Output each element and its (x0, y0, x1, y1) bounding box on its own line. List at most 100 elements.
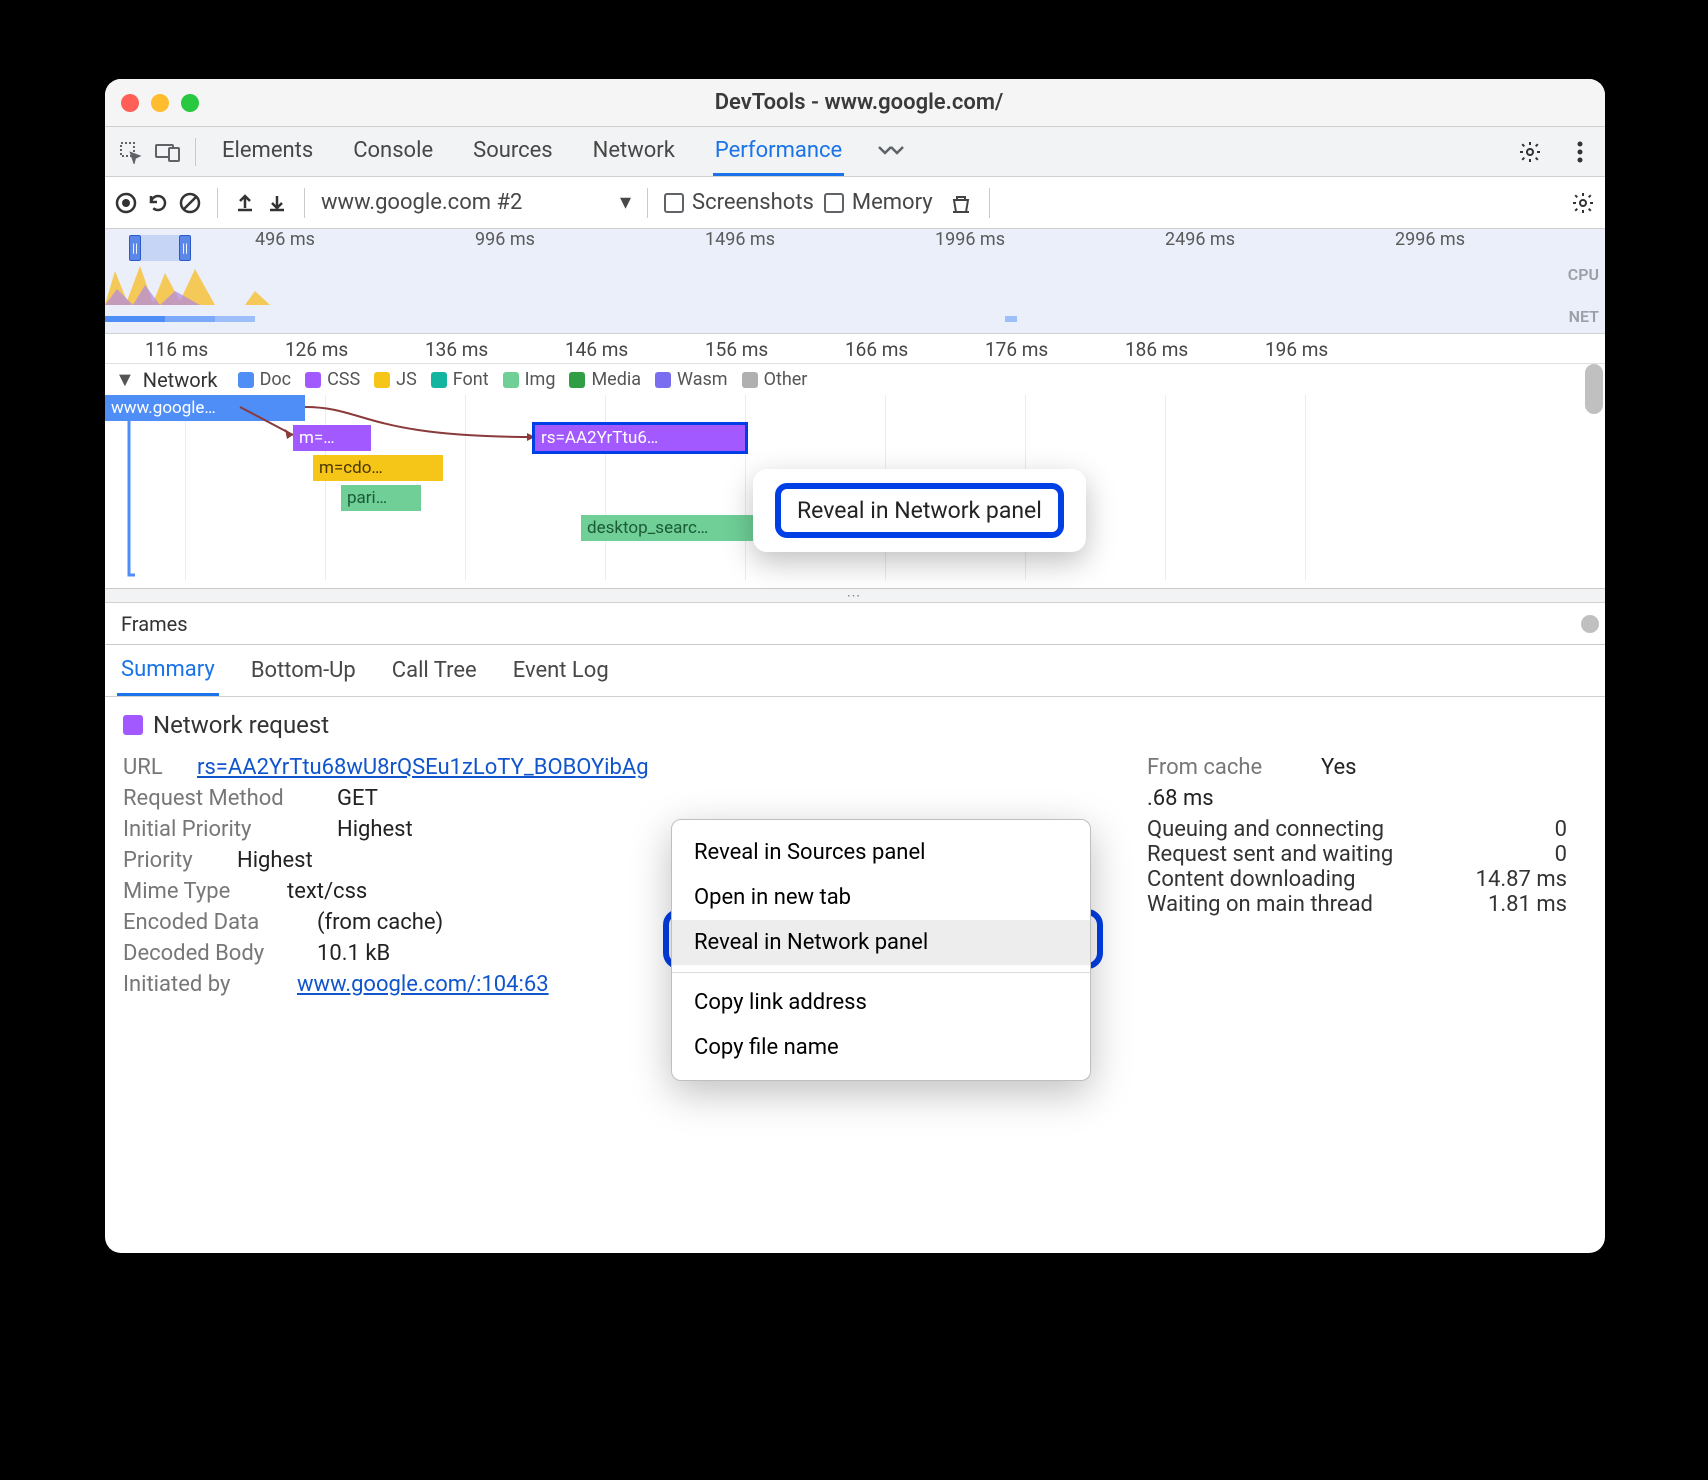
legend-item: Wasm (655, 369, 728, 390)
divider (195, 138, 196, 166)
divider (217, 188, 218, 218)
context-menu-item-highlighted[interactable]: Reveal in Network panel (672, 920, 1090, 965)
ruler-tick: 126 ms (285, 338, 348, 361)
ruler-tick: 156 ms (705, 338, 768, 361)
divider (647, 188, 648, 218)
ruler-tick: 116 ms (145, 338, 208, 361)
cpu-overview (105, 261, 1605, 305)
overview-tick: 1496 ms (705, 229, 775, 250)
timing-label: Queuing and connecting (1147, 817, 1384, 842)
ruler-tick: 186 ms (1125, 338, 1188, 361)
frames-track[interactable]: Frames (105, 603, 1605, 645)
screenshots-checkbox[interactable]: Screenshots (664, 190, 814, 215)
settings-icon[interactable] (1511, 133, 1549, 171)
ruler-tick: 136 ms (425, 338, 488, 361)
divider (989, 188, 990, 218)
priority-label: Priority (123, 848, 223, 873)
request-method-label: Request Method (123, 786, 323, 811)
context-menu-item[interactable]: Copy link address (672, 980, 1090, 1025)
context-menu-item[interactable]: Open in new tab (672, 875, 1090, 920)
legend: Doc CSS JS Font Img Media Wasm Other (238, 369, 808, 390)
ruler-tick: 176 ms (985, 338, 1048, 361)
divider (304, 188, 305, 218)
timing-label: Request sent and waiting (1147, 842, 1393, 867)
upload-icon[interactable] (234, 192, 256, 214)
tab-sources[interactable]: Sources (471, 128, 555, 176)
overview-ruler: 496 ms 996 ms 1496 ms 1996 ms 2496 ms 29… (105, 229, 1605, 247)
tab-console[interactable]: Console (351, 128, 435, 176)
clear-button[interactable] (179, 192, 201, 214)
context-menu-separator (672, 972, 1090, 973)
performance-toolbar: www.google.com #2 ▾ Screenshots Memory (105, 177, 1605, 229)
resource-type-swatch (123, 715, 143, 735)
more-tabs-icon[interactable] (872, 133, 910, 171)
flame-ruler: 116 ms 126 ms 136 ms 146 ms 156 ms 166 m… (105, 334, 1605, 364)
recording-label: www.google.com #2 (321, 190, 522, 215)
initial-priority-value: Highest (337, 817, 413, 842)
details-right-column: From cache Yes .68 ms Queuing and connec… (1147, 749, 1587, 1003)
tab-elements[interactable]: Elements (220, 128, 315, 176)
encoded-data-label: Encoded Data (123, 910, 303, 935)
detail-tab-eventlog[interactable]: Event Log (509, 647, 613, 694)
close-window-button[interactable] (121, 94, 139, 112)
net-label: NET (1569, 307, 1599, 326)
tab-network[interactable]: Network (591, 128, 677, 176)
overview-tick: 996 ms (475, 229, 535, 250)
screenshots-label: Screenshots (692, 190, 814, 215)
reload-button[interactable] (147, 192, 169, 214)
kebab-menu-icon[interactable] (1561, 133, 1599, 171)
inspect-element-icon[interactable] (111, 133, 149, 171)
initiated-by-label: Initiated by (123, 972, 283, 997)
priority-value: Highest (237, 848, 313, 873)
frames-label: Frames (121, 612, 188, 636)
details-header: Network request (123, 711, 1587, 739)
checkbox-box-icon (664, 193, 684, 213)
url-label: URL (123, 755, 183, 780)
download-icon[interactable] (266, 192, 288, 214)
dropdown-icon: ▾ (620, 190, 631, 215)
context-menu-item[interactable]: Copy file name (672, 1025, 1090, 1070)
timeline-overview[interactable]: 496 ms 996 ms 1496 ms 1996 ms 2496 ms 29… (105, 229, 1605, 334)
device-toolbar-icon[interactable] (149, 133, 187, 171)
network-label: Network (143, 368, 218, 392)
details-left-column: URL rs=AA2YrTtu68wU8rQSEu1zLoTY_BOBOYibA… (123, 749, 649, 1003)
url-link[interactable]: rs=AA2YrTtu68wU8rQSEu1zLoTY_BOBOYibAg (197, 755, 649, 780)
timing-value: 14.87 ms (1476, 867, 1567, 892)
zoom-window-button[interactable] (181, 94, 199, 112)
garbage-collect-icon[interactable] (949, 191, 973, 215)
detail-tab-calltree[interactable]: Call Tree (388, 647, 481, 694)
tab-performance[interactable]: Performance (713, 128, 844, 176)
reveal-popover-text[interactable]: Reveal in Network panel (775, 483, 1064, 538)
capture-settings-icon[interactable] (1571, 191, 1595, 215)
context-menu-item[interactable]: Reveal in Sources panel (672, 830, 1090, 875)
decoded-body-label: Decoded Body (123, 941, 303, 966)
overview-selection[interactable] (141, 235, 179, 261)
legend-item: Img (503, 369, 556, 390)
detail-tab-bottomup[interactable]: Bottom-Up (247, 647, 360, 694)
scrollbar-thumb[interactable] (1581, 615, 1599, 633)
scrollbar-thumb[interactable] (1585, 364, 1603, 414)
initiated-by-link[interactable]: www.google.com/:104:63 (297, 972, 549, 997)
mime-type-value: text/css (287, 879, 367, 904)
legend-item: JS (374, 369, 417, 390)
legend-item: Media (569, 369, 641, 390)
network-track-header[interactable]: ▼ Network Doc CSS JS Font Img Media Wasm… (105, 364, 1605, 395)
memory-label: Memory (852, 190, 933, 215)
detail-tabs: Summary Bottom-Up Call Tree Event Log (105, 645, 1605, 697)
minimize-window-button[interactable] (151, 94, 169, 112)
drag-handle[interactable]: ⋯ (105, 589, 1605, 603)
ruler-tick: 166 ms (845, 338, 908, 361)
network-bar-selected[interactable]: rs=AA2YrTtu6… (535, 425, 745, 451)
legend-item: Doc (238, 369, 292, 390)
window-title: DevTools - www.google.com/ (199, 90, 1519, 115)
recording-selector[interactable]: www.google.com #2 ▾ (321, 190, 631, 215)
overview-handle-right[interactable] (179, 235, 191, 261)
timing-value: 0 (1555, 817, 1567, 842)
detail-tab-summary[interactable]: Summary (117, 646, 219, 696)
mime-type-label: Mime Type (123, 879, 273, 904)
overview-handle-left[interactable] (129, 235, 141, 261)
overview-tick: 496 ms (255, 229, 315, 250)
memory-checkbox[interactable]: Memory (824, 190, 933, 215)
net-overview (105, 313, 1605, 325)
record-button[interactable] (115, 192, 137, 214)
